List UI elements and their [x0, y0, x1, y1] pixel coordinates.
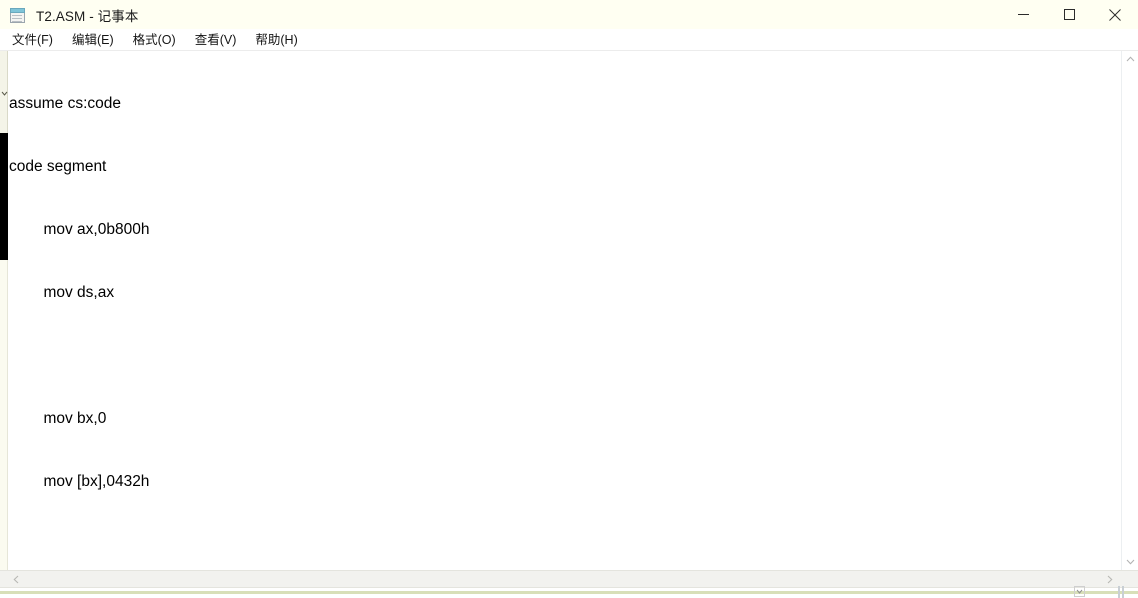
code-line: mov bx,0: [9, 410, 107, 427]
window-edge-bars: [1118, 586, 1132, 598]
code-content: assume cs:code code segment mov ax,0b800…: [9, 51, 1120, 570]
vertical-scrollbar-thumb[interactable]: [0, 133, 8, 260]
vertical-scrollbar-right[interactable]: [1121, 51, 1138, 570]
close-button[interactable]: [1092, 0, 1138, 29]
chevron-up-icon: [1126, 56, 1135, 62]
minimize-button[interactable]: [1000, 0, 1046, 29]
scroll-down-button[interactable]: [1122, 553, 1138, 570]
code-line: mov [bx],0432h: [9, 473, 150, 490]
chevron-right-icon: [1107, 575, 1113, 584]
scrollbar-track-lower[interactable]: [0, 260, 8, 570]
chevron-down-icon: [1126, 559, 1135, 565]
window-title: T2.ASM - 记事本: [36, 8, 139, 24]
chevron-left-icon: [13, 575, 19, 584]
menu-format[interactable]: 格式(O): [133, 29, 176, 51]
maximize-button[interactable]: [1046, 0, 1092, 29]
scroll-right-button[interactable]: [1101, 571, 1118, 588]
close-icon: [1109, 8, 1121, 21]
code-line: code segment: [9, 158, 107, 175]
window-bottom-fill: [0, 594, 1138, 598]
title-bar[interactable]: T2.ASM - 记事本: [0, 0, 1138, 29]
editor-client-area: assume cs:code code segment mov ax,0b800…: [0, 51, 1138, 598]
menu-view[interactable]: 查看(V): [195, 29, 237, 51]
text-editor[interactable]: assume cs:code code segment mov ax,0b800…: [9, 51, 1120, 570]
notepad-window: T2.ASM - 记事本 文件(F) 编辑(E) 格式(O) 查看(V) 帮助(…: [0, 0, 1138, 598]
resize-grip[interactable]: [1073, 585, 1086, 598]
scroll-left-button[interactable]: [8, 571, 25, 588]
code-line: assume cs:code: [9, 95, 121, 112]
notepad-icon: [9, 6, 27, 24]
menu-file[interactable]: 文件(F): [12, 29, 53, 51]
code-line: mov ax,0b800h: [9, 221, 150, 238]
horizontal-scrollbar[interactable]: [0, 570, 1138, 588]
code-line: mov ds,ax: [9, 284, 115, 301]
menu-edit[interactable]: 编辑(E): [72, 29, 114, 51]
scroll-up-button[interactable]: [1122, 51, 1138, 68]
minimize-icon: [1017, 14, 1029, 15]
menu-bar: 文件(F) 编辑(E) 格式(O) 查看(V) 帮助(H): [0, 29, 1138, 51]
maximize-icon: [1063, 9, 1075, 20]
vertical-scrollbar-left[interactable]: [0, 51, 8, 570]
chevron-down-small-icon: [1074, 586, 1085, 597]
window-controls: [1000, 0, 1138, 29]
menu-help[interactable]: 帮助(H): [255, 29, 297, 51]
scroll-down-mini-icon[interactable]: [0, 89, 8, 97]
